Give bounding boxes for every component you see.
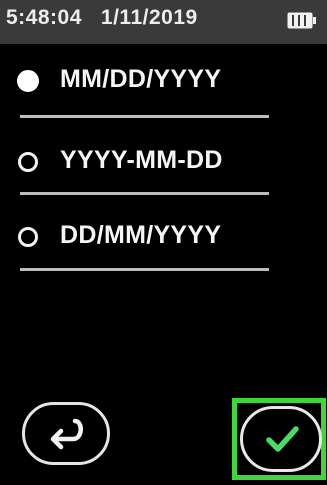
- radio-selected-icon: [17, 70, 39, 92]
- checkmark-icon: [266, 426, 299, 452]
- status-datetime: 5:48:04 1/11/2019: [6, 6, 198, 30]
- option-dd-mm-yyyy[interactable]: DD/MM/YYYY: [0, 210, 327, 270]
- divider: [20, 192, 269, 195]
- option-mm-dd-yyyy[interactable]: MM/DD/YYYY: [0, 54, 327, 114]
- confirm-button[interactable]: [240, 406, 322, 472]
- divider: [20, 268, 269, 271]
- date-format-screen: 5:48:04 1/11/2019 MM/DD/YYYY YYYY-MM-DD …: [0, 0, 327, 485]
- back-button[interactable]: [22, 402, 110, 465]
- status-date: 1/11/2019: [100, 6, 198, 29]
- radio-unselected-icon: [18, 152, 38, 172]
- radio-unselected-icon: [18, 227, 38, 247]
- option-label: YYYY-MM-DD: [60, 146, 223, 174]
- status-time: 5:48:04: [6, 6, 82, 29]
- option-label: DD/MM/YYYY: [60, 221, 222, 249]
- option-yyyy-mm-dd[interactable]: YYYY-MM-DD: [0, 135, 327, 195]
- divider: [20, 115, 269, 118]
- status-bar: 5:48:04 1/11/2019: [0, 0, 327, 44]
- battery-full-icon: [287, 12, 316, 29]
- option-label: MM/DD/YYYY: [60, 65, 222, 93]
- return-arrow-icon: [50, 418, 83, 450]
